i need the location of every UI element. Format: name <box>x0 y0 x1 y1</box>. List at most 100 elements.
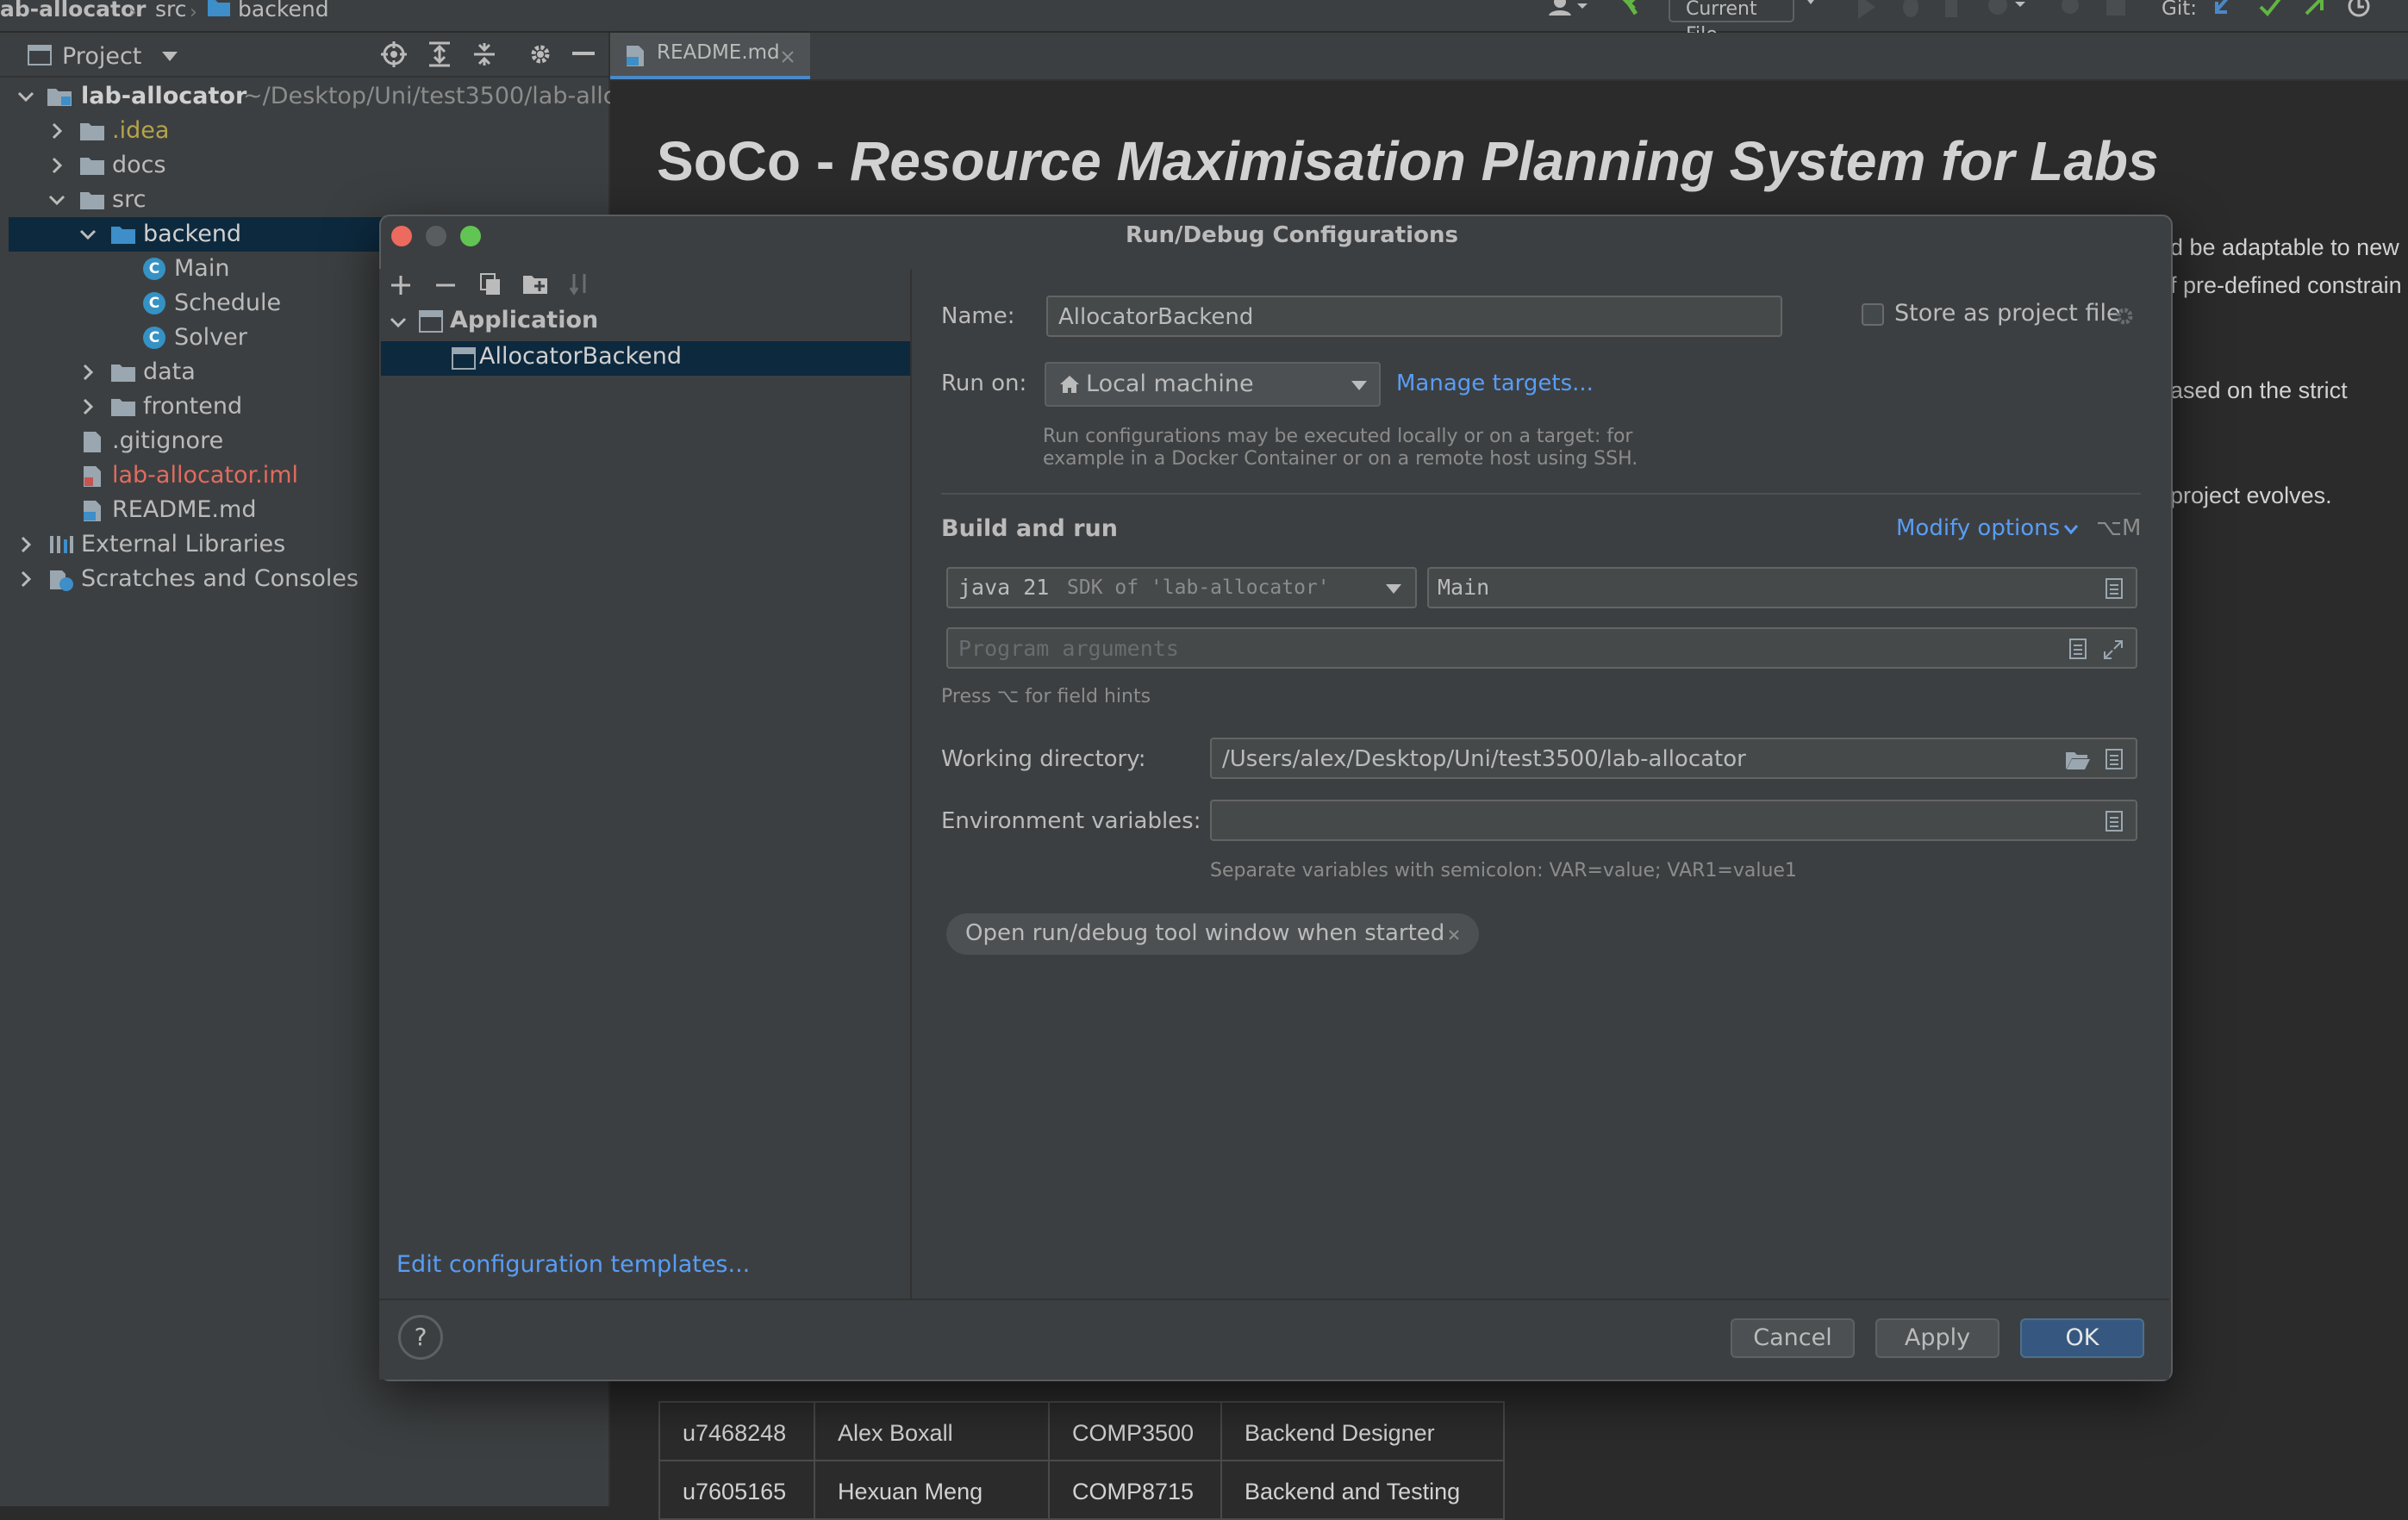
store-as-project-file-checkbox[interactable] <box>1862 303 1884 326</box>
navigation-bar <box>0 0 2408 33</box>
markdown-file-icon <box>627 46 644 66</box>
minimize-window-button[interactable] <box>426 226 446 246</box>
chevron-right-icon <box>21 570 32 588</box>
add-icon[interactable] <box>390 274 412 296</box>
manage-targets-link[interactable]: Manage targets... <box>1396 371 1594 396</box>
chevron-right-icon <box>52 122 63 140</box>
insert-macro-icon[interactable] <box>2105 748 2124 770</box>
git-commit-icon[interactable] <box>2258 0 2284 21</box>
table-cell: u7468248 <box>658 1401 815 1461</box>
git-push-icon[interactable] <box>2303 0 2327 21</box>
new-folder-icon[interactable] <box>522 272 548 296</box>
gear-icon[interactable] <box>2113 305 2136 327</box>
project-panel-title[interactable]: Project <box>62 43 141 70</box>
run-on-hint: Run configurations may be executed local… <box>1043 426 1633 447</box>
expand-all-icon[interactable] <box>427 41 452 67</box>
run-on-dropdown[interactable]: Local machine <box>1045 362 1381 407</box>
file-icon <box>84 432 101 452</box>
attach-debugger-icon[interactable] <box>2058 0 2082 19</box>
readme-text: project evolves. <box>2170 483 2332 508</box>
source-folder-icon <box>111 227 135 244</box>
edit-variables-icon[interactable] <box>2105 810 2124 832</box>
tree-item-label: backend <box>143 221 242 247</box>
tree-item-label: .gitignore <box>112 427 224 454</box>
breadcrumb-backend[interactable]: backend <box>238 0 329 24</box>
folder-open-icon[interactable] <box>2065 750 2091 770</box>
folder-icon <box>80 158 104 175</box>
git-update-icon[interactable] <box>2211 0 2234 21</box>
tab-readme[interactable]: README.md <box>610 33 810 79</box>
tree-item-src[interactable]: src <box>0 183 608 217</box>
copy-icon[interactable] <box>479 272 502 296</box>
edit-configuration-templates-link[interactable]: Edit configuration templates... <box>396 1251 750 1278</box>
close-window-button[interactable] <box>391 226 412 246</box>
program-arguments-field[interactable]: Program arguments <box>946 627 2137 669</box>
configuration-editor-pane <box>912 269 2168 1299</box>
breadcrumb-separator: › <box>129 2 137 23</box>
folder-icon <box>208 0 230 16</box>
working-directory-field[interactable]: /Users/alex/Desktop/Uni/test3500/lab-all… <box>1210 738 2137 779</box>
module-folder-icon <box>47 89 72 106</box>
jdk-dropdown[interactable]: java 21 SDK of 'lab-allocator' <box>946 567 1417 608</box>
config-item-allocatorbackend[interactable]: AllocatorBackend <box>381 341 910 376</box>
git-label: Git: <box>2162 0 2197 20</box>
debug-icon[interactable] <box>1900 0 1922 19</box>
tree-item-lab-allocator[interactable]: lab-allocator ~/Desktop/Uni/test3500/lab… <box>0 79 616 114</box>
collapse-all-icon[interactable] <box>472 41 496 67</box>
chevron-down-icon <box>1807 0 1814 4</box>
maximize-window-button[interactable] <box>460 226 481 246</box>
option-chip-label: Open run/debug tool window when started <box>965 920 1445 946</box>
tree-item-idea[interactable]: .idea <box>0 114 608 148</box>
tree-item-docs[interactable]: docs <box>0 148 608 183</box>
breadcrumb-project[interactable]: ab-allocator <box>0 0 146 24</box>
locate-icon[interactable] <box>381 41 407 67</box>
option-chip[interactable]: Open run/debug tool window when started <box>946 913 1479 955</box>
name-field[interactable]: AllocatorBackend <box>1046 296 1782 337</box>
chevron-down-icon[interactable] <box>390 314 407 331</box>
user-icon[interactable] <box>1546 0 1589 21</box>
modify-options-link[interactable]: Modify options <box>1896 515 2060 541</box>
close-icon[interactable] <box>781 50 795 64</box>
config-group-application[interactable]: Application <box>450 307 598 333</box>
ok-button[interactable]: OK <box>2020 1318 2144 1358</box>
class-icon: C <box>143 327 165 349</box>
stop-icon[interactable] <box>2105 0 2127 19</box>
build-icon[interactable] <box>1620 0 1646 21</box>
readme-heading: SoCo - Resource Maximisation Planning Sy… <box>657 129 2159 193</box>
apply-button[interactable]: Apply <box>1875 1318 1999 1358</box>
gear-icon[interactable] <box>527 41 553 67</box>
run-icon[interactable] <box>1856 0 1877 19</box>
readme-heading-italic: Resource Maximisation Planning System fo… <box>849 130 2159 192</box>
dialog-title: Run/Debug Configurations <box>1126 222 1458 248</box>
close-icon[interactable] <box>1448 929 1460 941</box>
insert-macro-icon[interactable] <box>2068 638 2087 660</box>
readme-heading-prefix: SoCo - <box>657 130 850 192</box>
breadcrumb-src[interactable]: src <box>155 0 187 24</box>
folder-icon <box>80 192 104 209</box>
git-history-icon[interactable] <box>2346 0 2372 21</box>
run-on-hint: example in a Docker Container or on a re… <box>1043 448 1638 470</box>
environment-variables-hint: Separate variables with semicolon: VAR=v… <box>1210 860 1797 881</box>
run-configuration-selector[interactable]: Current File <box>1669 0 1794 46</box>
profile-icon[interactable] <box>1986 0 2029 19</box>
build-and-run-heading: Build and run <box>941 515 1118 542</box>
name-value: AllocatorBackend <box>1058 304 1254 330</box>
chevron-down-icon[interactable] <box>162 52 178 62</box>
environment-variables-field[interactable] <box>1210 800 2137 841</box>
chevron-down-icon <box>79 229 97 240</box>
remove-icon[interactable] <box>434 274 457 296</box>
expand-icon[interactable] <box>2103 639 2124 660</box>
run-on-value: Local machine <box>1086 371 1254 397</box>
tree-item-label: lab-allocator.iml <box>112 462 298 489</box>
main-class-field[interactable]: Main <box>1427 567 2137 608</box>
sort-icon[interactable] <box>569 272 591 296</box>
editor-tab-bar <box>610 33 2408 81</box>
hide-icon[interactable] <box>572 52 595 57</box>
help-button[interactable]: ? <box>398 1315 443 1360</box>
browse-icon[interactable] <box>2105 577 2124 600</box>
working-directory-value: /Users/alex/Desktop/Uni/test3500/lab-all… <box>1222 746 1746 772</box>
cancel-button[interactable]: Cancel <box>1731 1318 1855 1358</box>
table-cell: COMP3500 <box>1048 1401 1222 1461</box>
coverage-icon[interactable] <box>1943 0 1965 19</box>
tree-item-label: data <box>143 358 196 385</box>
